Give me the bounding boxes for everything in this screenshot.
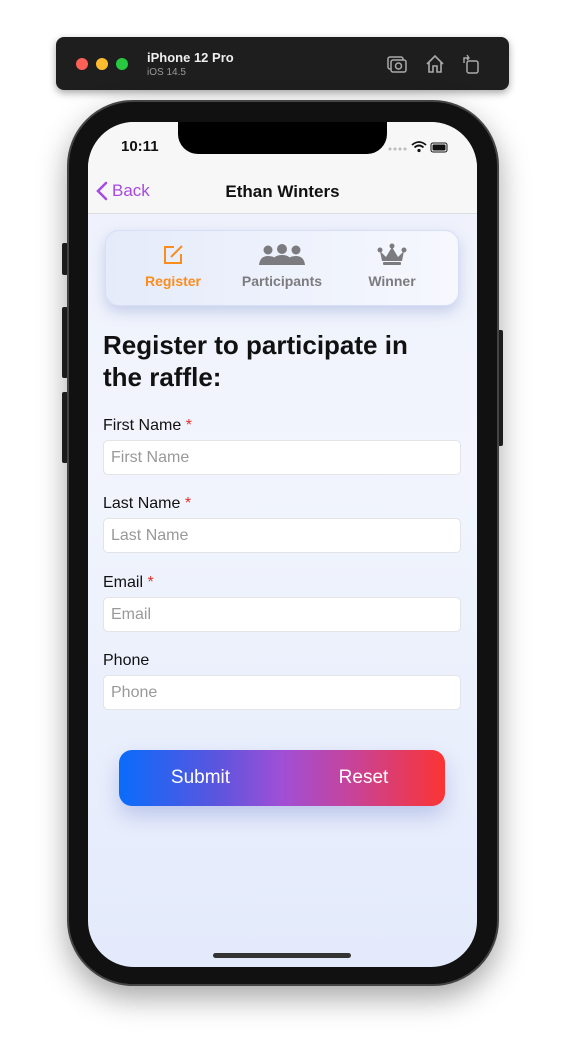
status-time: 10:11 [121,138,159,155]
minimize-window-button[interactable] [96,58,108,70]
email-input[interactable]: Email [103,597,461,632]
tab-participants[interactable]: Participants [232,243,332,289]
close-window-button[interactable] [76,58,88,70]
phone-input[interactable]: Phone [103,675,461,710]
phone-screen: 10:11 Back Ethan Winters Register Partic… [88,122,477,967]
home-indicator[interactable] [213,953,351,958]
simulator-toolbar: iPhone 12 Pro iOS 14.5 [56,37,509,90]
edit-icon [164,245,183,264]
crown-icon [377,243,407,265]
os-version: iOS 14.5 [147,67,186,78]
screenshot-icon[interactable] [386,53,408,75]
tab-label: Winner [368,273,416,289]
nav-title: Ethan Winters [225,182,340,201]
device-name: iPhone 12 Pro [147,50,234,65]
form-actions: Submit Reset [119,750,445,806]
notch [178,122,387,154]
tab-winner[interactable]: Winner [342,243,442,289]
tab-register[interactable]: Register [123,243,223,289]
rotate-icon[interactable] [460,53,482,75]
email-label: Email * [103,574,154,591]
zoom-window-button[interactable] [116,58,128,70]
status-icons [388,141,448,153]
reset-button[interactable]: Reset [282,750,445,806]
last-name-label: Last Name * [103,495,192,512]
last-name-input[interactable]: Last Name [103,518,461,553]
submit-button[interactable]: Submit [119,750,282,806]
tab-label: Participants [241,273,323,289]
home-icon[interactable] [424,53,446,75]
tab-bar: Register Participants Winner [105,230,459,306]
people-icon [259,244,305,265]
form-heading: Register to participate in the raffle: [103,330,408,392]
first-name-input[interactable]: First Name [103,440,461,475]
phone-label: Phone [103,652,150,669]
first-name-label: First Name * [103,417,192,434]
tab-label: Register [144,273,202,289]
